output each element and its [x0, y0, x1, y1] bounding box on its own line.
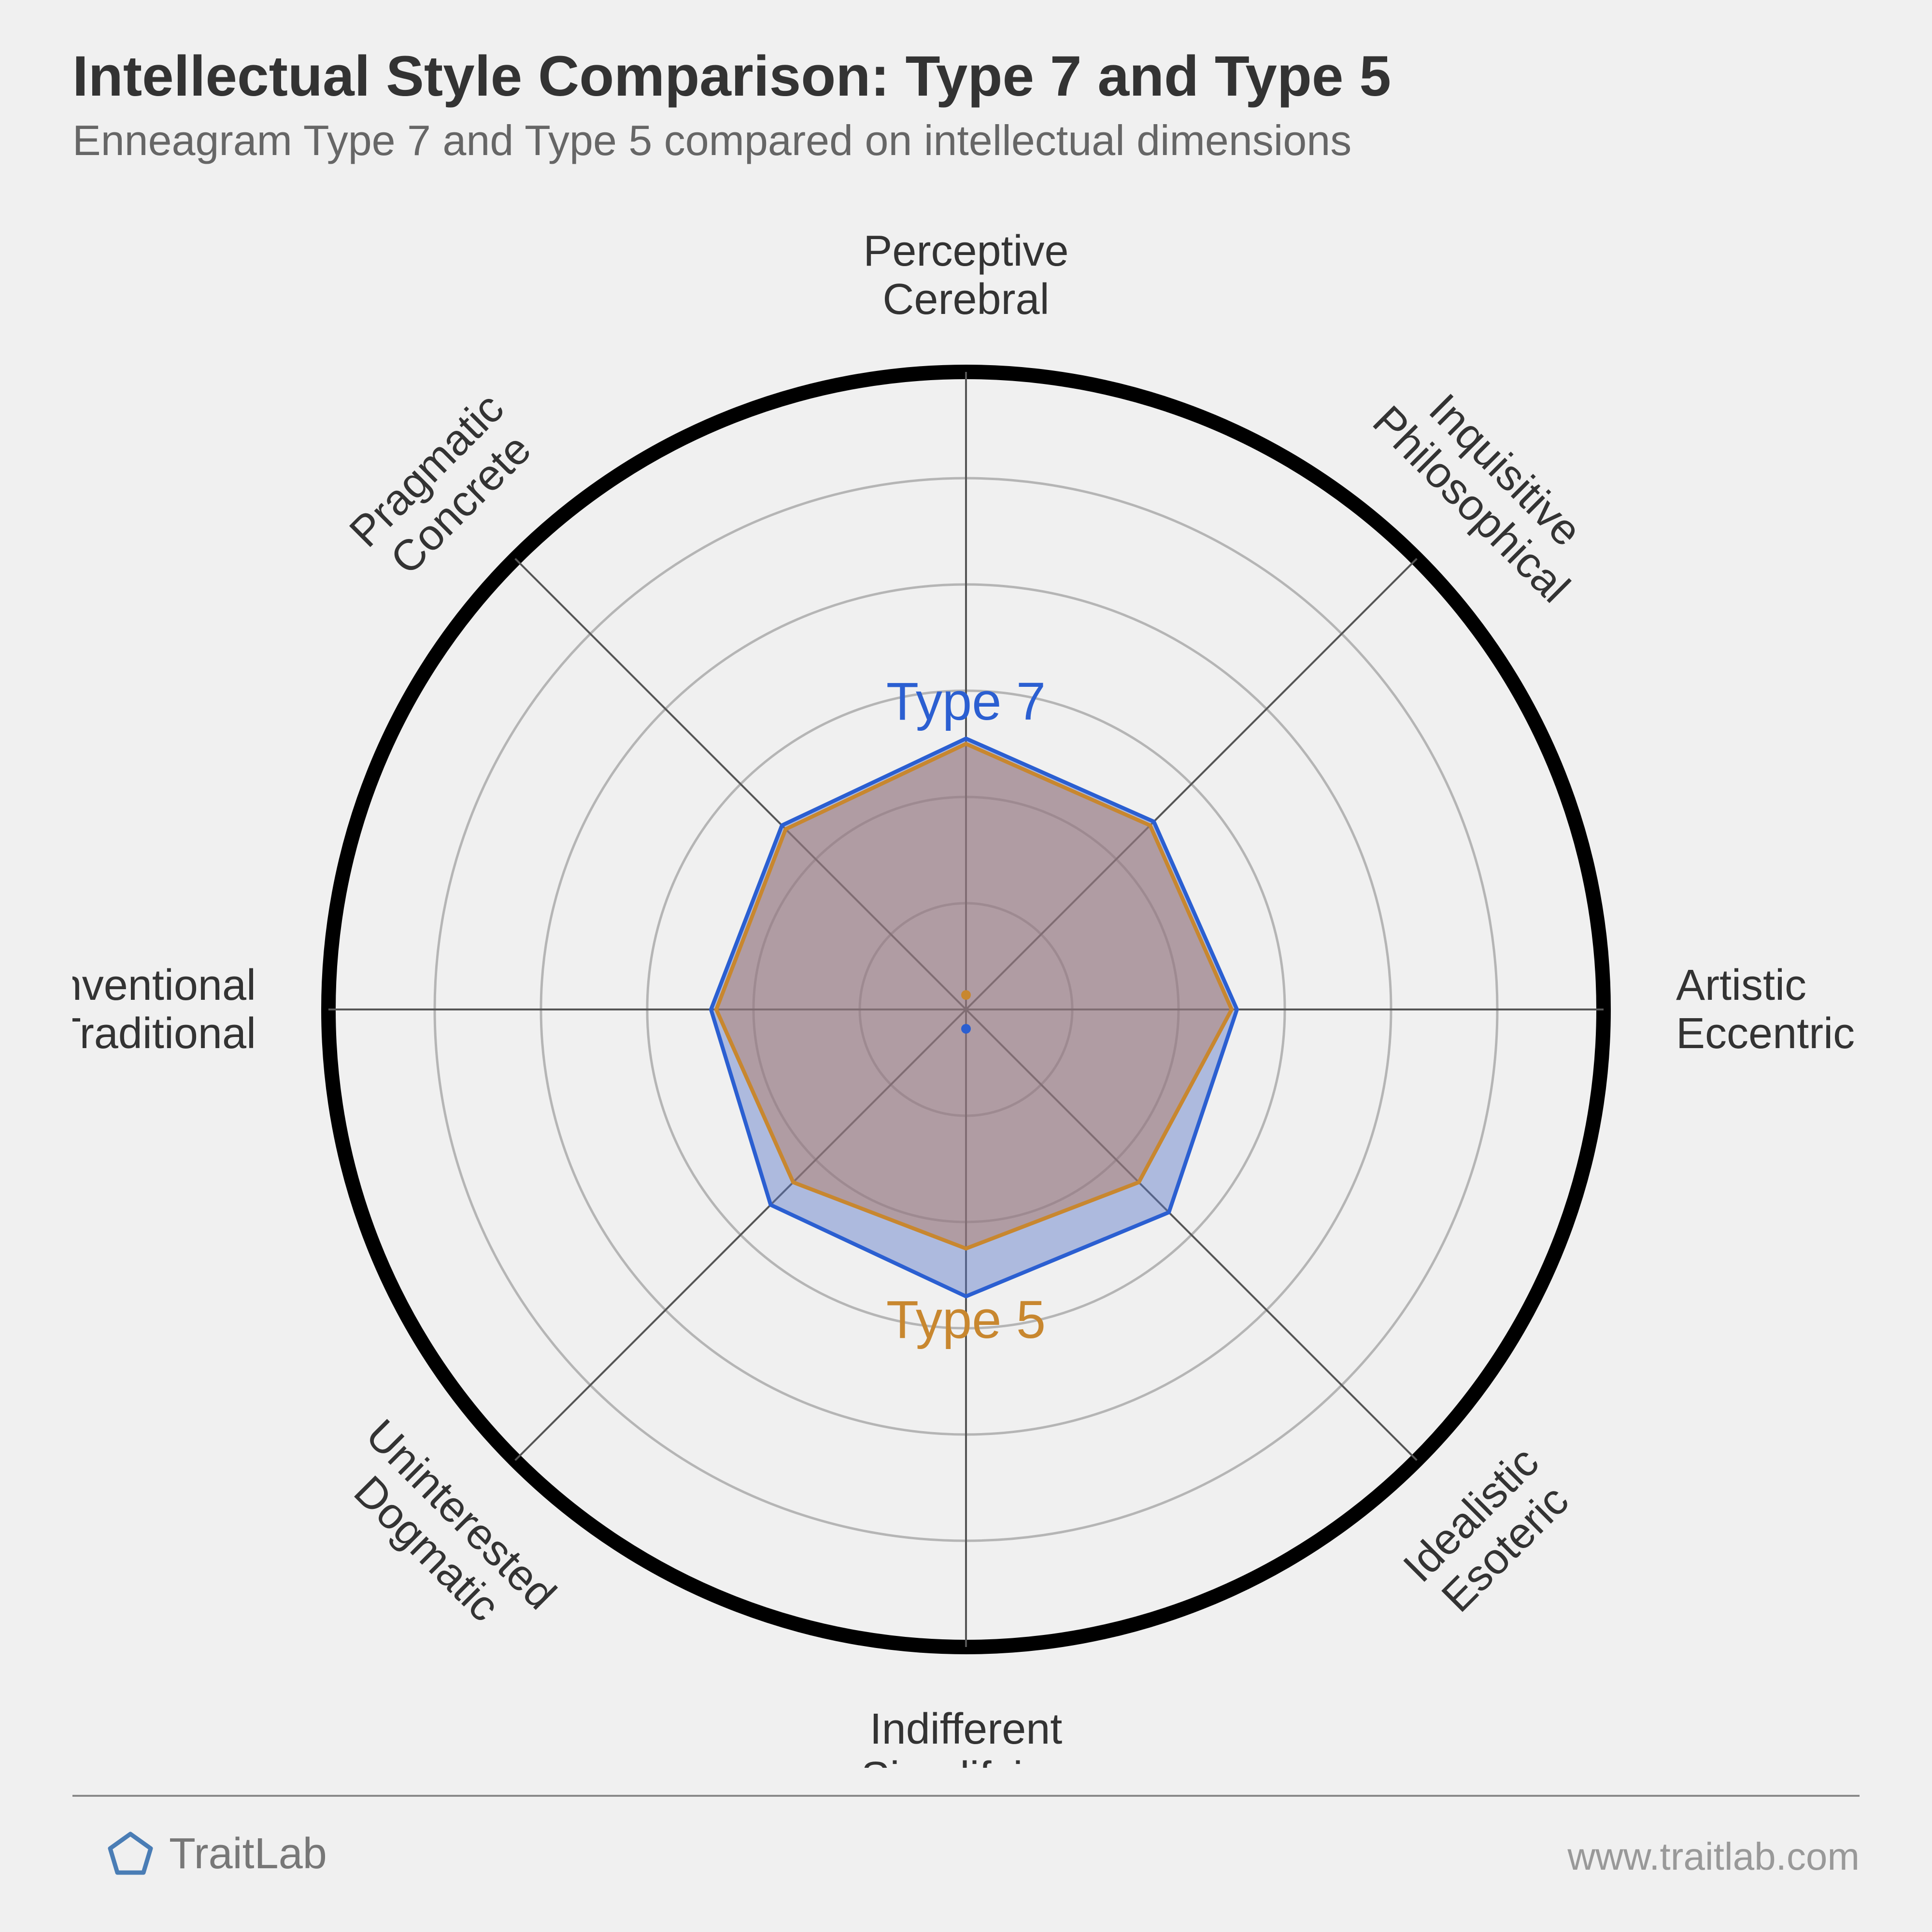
- chart-title: Intellectual Style Comparison: Type 7 an…: [72, 43, 1391, 109]
- radar-chart: Type 7Type 5PerceptiveCerebralInquisitiv…: [72, 208, 1860, 1768]
- divider: [72, 1795, 1860, 1797]
- pentagon-icon: [106, 1830, 155, 1878]
- svg-text:Indifferent: Indifferent: [870, 1705, 1063, 1753]
- series-label-type5: Type 5: [886, 1290, 1046, 1350]
- svg-text:Simplifying: Simplifying: [861, 1753, 1071, 1768]
- svg-text:Eccentric: Eccentric: [1676, 1009, 1855, 1058]
- svg-text:Conventional: Conventional: [72, 961, 256, 1009]
- svg-text:Cerebral: Cerebral: [882, 275, 1049, 324]
- brand-label: TraitLab: [169, 1829, 327, 1879]
- chart-subtitle: Enneagram Type 7 and Type 5 compared on …: [72, 116, 1351, 165]
- chart-container: Intellectual Style Comparison: Type 7 an…: [0, 0, 1932, 1932]
- footer-url: www.traitlab.com: [1567, 1834, 1860, 1879]
- series-label-type7: Type 7: [886, 672, 1046, 731]
- svg-text:Artistic: Artistic: [1676, 961, 1806, 1009]
- svg-text:Traditional: Traditional: [72, 1009, 256, 1058]
- footer-brand: TraitLab: [106, 1829, 327, 1879]
- svg-text:Perceptive: Perceptive: [863, 227, 1068, 275]
